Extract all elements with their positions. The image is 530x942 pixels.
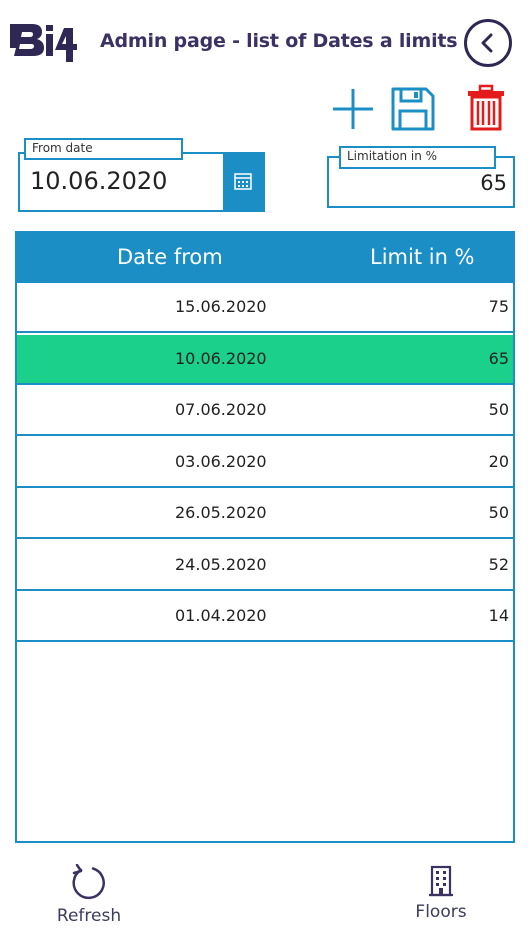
cell-date-from: 10.06.2020 — [175, 348, 267, 368]
cell-limit: 14 — [488, 606, 509, 625]
date-picker-button[interactable] — [223, 152, 265, 212]
table-row[interactable]: 03.06.2020 20 — [17, 437, 513, 488]
refresh-icon — [72, 864, 105, 900]
cell-date-from: 03.06.2020 — [175, 451, 267, 471]
add-button[interactable] — [331, 87, 375, 131]
limitation-label: Limitation in % — [339, 146, 496, 169]
delete-button[interactable] — [466, 84, 506, 132]
table-row[interactable]: 24.05.2020 52 — [17, 540, 513, 591]
from-date-label: From date — [24, 138, 183, 160]
calendar-icon — [234, 173, 252, 190]
table-row[interactable]: 26.05.2020 50 — [17, 489, 513, 539]
page-title: Admin page - list of Dates a limits — [100, 30, 458, 52]
dates-limits-table: Date from Limit in % 15.06.2020 75 10.06.2… — [15, 231, 515, 843]
cell-date-from: 15.06.2020 — [175, 297, 267, 316]
from-date-input[interactable]: 10.06.2020 — [30, 167, 167, 195]
column-header-date-from: Date from — [117, 245, 223, 269]
chevron-left-icon — [481, 33, 493, 53]
bi4-logo — [6, 22, 78, 64]
cell-date-from: 07.06.2020 — [175, 400, 267, 419]
back-button[interactable] — [464, 19, 512, 67]
column-header-limit: Limit in % — [370, 245, 475, 269]
table-row[interactable]: 10.06.2020 65 — [17, 334, 513, 385]
refresh-label: Refresh — [56, 906, 122, 926]
refresh-button[interactable]: Refresh — [50, 864, 128, 930]
cell-limit: 20 — [488, 451, 509, 471]
trash-icon — [468, 84, 504, 131]
limitation-input[interactable]: 65 — [480, 171, 507, 195]
cell-limit: 50 — [488, 400, 509, 419]
cell-limit: 50 — [488, 503, 509, 522]
cell-limit: 52 — [488, 554, 509, 574]
cell-date-from: 26.05.2020 — [175, 503, 267, 522]
from-date-field[interactable]: 10.06.2020 — [18, 152, 265, 212]
floors-label: Floors — [415, 902, 467, 922]
cell-limit: 75 — [488, 297, 509, 316]
plus-icon — [333, 89, 373, 129]
table-row[interactable]: 01.04.2020 14 — [17, 592, 513, 642]
save-icon — [391, 87, 435, 131]
table-row[interactable]: 07.06.2020 50 — [17, 386, 513, 436]
cell-date-from: 01.04.2020 — [175, 606, 267, 625]
table-row[interactable]: 15.06.2020 75 — [17, 283, 513, 333]
table-header: Date from Limit in % — [17, 233, 513, 283]
cell-date-from: 24.05.2020 — [175, 554, 267, 574]
save-button[interactable] — [390, 86, 436, 132]
floors-button[interactable]: Floors — [402, 864, 480, 930]
building-icon — [429, 865, 453, 897]
cell-limit: 65 — [488, 348, 509, 368]
